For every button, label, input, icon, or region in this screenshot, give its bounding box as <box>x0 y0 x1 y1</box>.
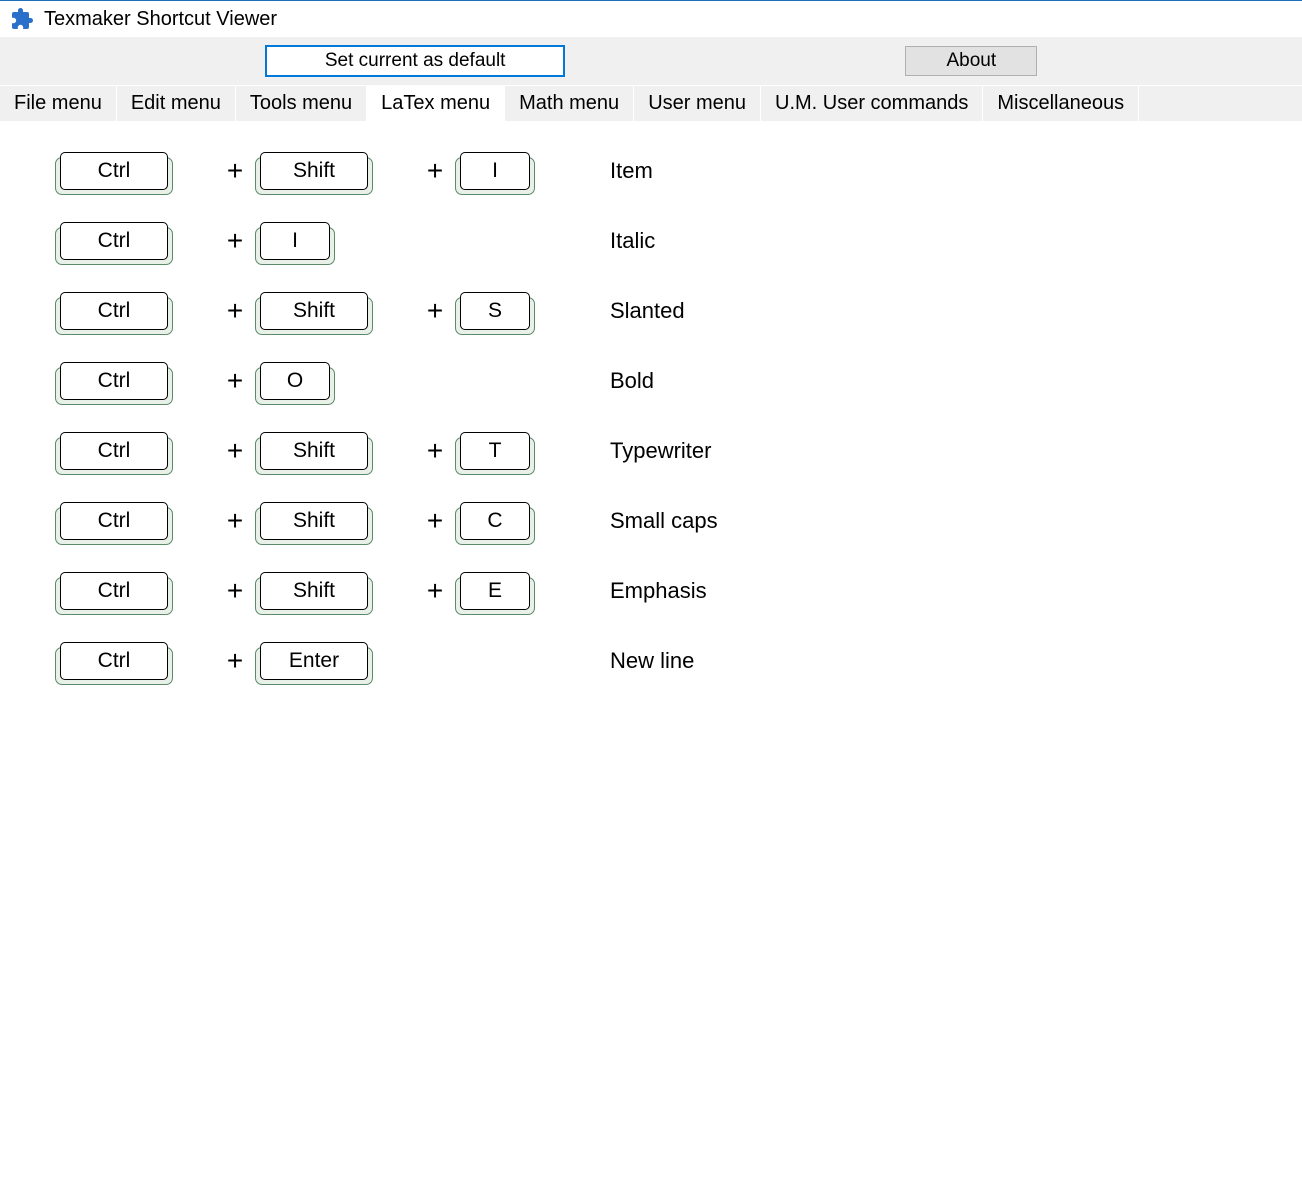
plus-icon: + <box>227 225 243 257</box>
shortcut-row: Ctrl + Shift + S Slanted <box>60 292 1242 330</box>
shortcut-row: Ctrl + Shift + I Item <box>60 152 1242 190</box>
tab-tools-menu[interactable]: Tools menu <box>236 86 367 121</box>
key-cap: Enter <box>260 642 368 680</box>
shortcut-description: Item <box>610 158 653 184</box>
shortcut-description: Slanted <box>610 298 685 324</box>
key-cap: Shift <box>260 502 368 540</box>
key-cap: Ctrl <box>60 152 168 190</box>
key-cap: I <box>260 222 330 260</box>
shortcut-description: Italic <box>610 228 655 254</box>
shortcut-description: New line <box>610 648 694 674</box>
toolbar: Set current as default About <box>0 37 1302 86</box>
shortcut-description: Typewriter <box>610 438 711 464</box>
shortcut-row: Ctrl + Shift + E Emphasis <box>60 572 1242 610</box>
shortcut-row: Ctrl + Enter New line <box>60 642 1242 680</box>
shortcut-description: Emphasis <box>610 578 707 604</box>
tab-miscellaneous[interactable]: Miscellaneous <box>983 86 1139 121</box>
plus-icon: + <box>427 505 443 537</box>
tab-latex-menu[interactable]: LaTex menu <box>367 86 505 121</box>
tab-edit-menu[interactable]: Edit menu <box>117 86 236 121</box>
plus-icon: + <box>427 295 443 327</box>
key-cap: Shift <box>260 292 368 330</box>
plus-icon: + <box>227 575 243 607</box>
key-cap: E <box>460 572 530 610</box>
set-default-button[interactable]: Set current as default <box>265 45 566 77</box>
shortcut-row: Ctrl + I Italic <box>60 222 1242 260</box>
key-cap: I <box>460 152 530 190</box>
tab-file-menu[interactable]: File menu <box>0 86 117 121</box>
shortcut-row: Ctrl + O Bold <box>60 362 1242 400</box>
key-cap: Ctrl <box>60 572 168 610</box>
plus-icon: + <box>427 435 443 467</box>
key-cap: S <box>460 292 530 330</box>
key-cap: Ctrl <box>60 222 168 260</box>
key-cap: Ctrl <box>60 502 168 540</box>
key-cap: Shift <box>260 572 368 610</box>
shortcut-row: Ctrl + Shift + C Small caps <box>60 502 1242 540</box>
shortcut-description: Small caps <box>610 508 718 534</box>
plus-icon: + <box>227 365 243 397</box>
key-cap: C <box>460 502 530 540</box>
key-cap: Ctrl <box>60 362 168 400</box>
key-cap: O <box>260 362 330 400</box>
plus-icon: + <box>427 575 443 607</box>
key-cap: T <box>460 432 530 470</box>
titlebar: Texmaker Shortcut Viewer <box>0 1 1302 37</box>
plus-icon: + <box>227 645 243 677</box>
tab-math-menu[interactable]: Math menu <box>505 86 634 121</box>
about-button[interactable]: About <box>905 46 1037 76</box>
key-cap: Shift <box>260 152 368 190</box>
key-cap: Shift <box>260 432 368 470</box>
shortcut-list: Ctrl + Shift + I Item Ctrl + I Italic Ctrl + Shift + S… <box>0 122 1302 742</box>
plus-icon: + <box>227 295 243 327</box>
plus-icon: + <box>427 155 443 187</box>
tab-u-m-user-commands[interactable]: U.M. User commands <box>761 86 983 121</box>
shortcut-description: Bold <box>610 368 654 394</box>
plus-icon: + <box>227 155 243 187</box>
key-cap: Ctrl <box>60 292 168 330</box>
key-cap: Ctrl <box>60 642 168 680</box>
tab-user-menu[interactable]: User menu <box>634 86 761 121</box>
tab-bar: File menuEdit menuTools menuLaTex menuMa… <box>0 86 1302 122</box>
plus-icon: + <box>227 435 243 467</box>
puzzle-icon <box>10 7 34 31</box>
plus-icon: + <box>227 505 243 537</box>
key-cap: Ctrl <box>60 432 168 470</box>
window-title: Texmaker Shortcut Viewer <box>44 8 277 31</box>
shortcut-row: Ctrl + Shift + T Typewriter <box>60 432 1242 470</box>
